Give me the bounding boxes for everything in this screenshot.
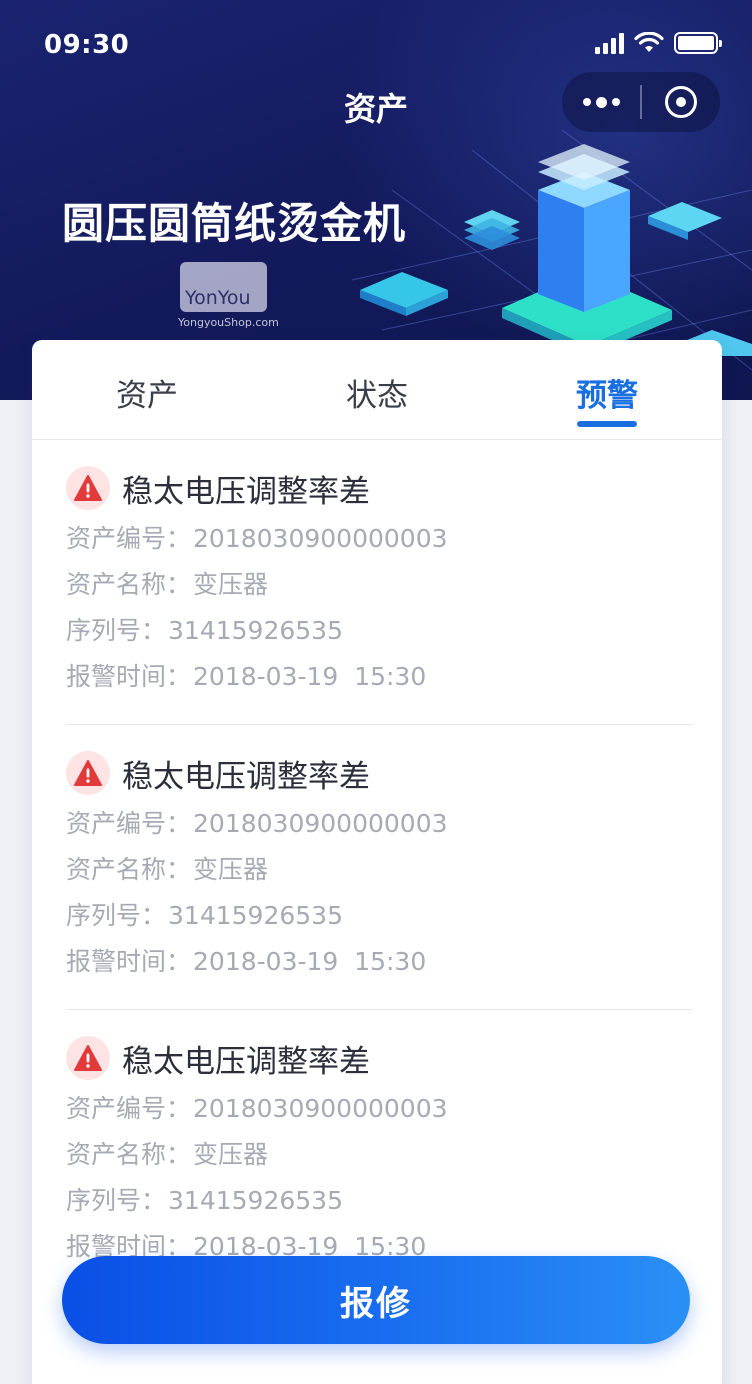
asset-number-label: 资产编号： [66,524,192,553]
asset-card: 资产 状态 预警 稳太电压调整率差 资产编号：2018030900000003 … [32,340,722,1384]
tab-warning[interactable]: 预警 [492,340,722,439]
alert-header: 稳太电压调整率差 [66,466,692,510]
mini-program-capsule [562,72,720,132]
alert-title: 稳太电压调整率差 [122,758,370,795]
serial-label: 序列号： [66,901,167,930]
asset-name-row: 资产名称：变压器 [66,847,692,893]
alert-header: 稳太电压调整率差 [66,751,692,795]
asset-number-value: 2018030900000003 [193,1094,448,1123]
alert-item[interactable]: 稳太电压调整率差 资产编号：2018030900000003 资产名称：变压器 … [66,725,692,1010]
asset-name-label: 资产名称： [66,1140,192,1169]
serial-row: 序列号：31415926535 [66,893,692,939]
alarm-time-label: 报警时间： [66,662,192,691]
asset-name-label: 资产名称： [66,570,192,599]
asset-name-value: 变压器 [193,855,269,884]
asset-name-value: 变压器 [193,1140,269,1169]
close-mini-program-icon[interactable] [642,72,720,132]
alert-title: 稳太电压调整率差 [122,473,370,510]
status-icons [595,32,722,54]
asset-name-value: 变压器 [193,570,269,599]
asset-page: 09:30 资产 圆压圆筒纸烫金机 YonYou YongyouShop.com [0,0,752,1384]
signal-icon [595,32,624,54]
serial-label: 序列号： [66,616,167,645]
alert-item[interactable]: 稳太电压调整率差 资产编号：2018030900000003 资产名称：变压器 … [66,1010,692,1295]
more-icon[interactable] [562,72,640,132]
asset-name-row: 资产名称：变压器 [66,1132,692,1178]
logo-caption: YongyouShop.com [178,316,279,329]
tab-status[interactable]: 状态 [262,340,492,439]
alert-title: 稳太电压调整率差 [122,1043,370,1080]
serial-value: 31415926535 [168,1186,343,1215]
asset-number-label: 资产编号： [66,809,192,838]
tab-asset[interactable]: 资产 [32,340,262,439]
status-time: 09:30 [44,30,130,60]
tab-warning-label: 预警 [576,378,638,414]
asset-number-label: 资产编号： [66,1094,192,1123]
alarm-time-row: 报警时间：2018-03-19 15:30 [66,654,692,700]
alert-list: 稳太电压调整率差 资产编号：2018030900000003 资产名称：变压器 … [32,440,722,1295]
active-tab-indicator [577,421,637,427]
serial-label: 序列号： [66,1186,167,1215]
asset-number-row: 资产编号：2018030900000003 [66,801,692,847]
tab-asset-label: 资产 [116,378,178,414]
alarm-time-value: 2018-03-19 15:30 [193,947,427,976]
serial-value: 31415926535 [168,901,343,930]
asset-name-label: 资产名称： [66,855,192,884]
warning-icon [66,751,110,795]
warning-icon [66,466,110,510]
wifi-icon [634,32,664,52]
serial-value: 31415926535 [168,616,343,645]
alert-item[interactable]: 稳太电压调整率差 资产编号：2018030900000003 资产名称：变压器 … [66,440,692,725]
asset-number-value: 2018030900000003 [193,809,448,838]
alert-header: 稳太电压调整率差 [66,1036,692,1080]
tab-status-label: 状态 [346,378,408,414]
alarm-time-row: 报警时间：2018-03-19 15:30 [66,939,692,985]
alarm-time-value: 2018-03-19 15:30 [193,662,427,691]
yonyou-logo: YonYou [180,262,267,312]
alarm-time-label: 报警时间： [66,947,192,976]
warning-icon [66,1036,110,1080]
tab-bar: 资产 状态 预警 [32,340,722,440]
asset-number-value: 2018030900000003 [193,524,448,553]
repair-button[interactable]: 报修 [62,1256,690,1344]
asset-number-row: 资产编号：2018030900000003 [66,516,692,562]
asset-name-row: 资产名称：变压器 [66,562,692,608]
asset-number-row: 资产编号：2018030900000003 [66,1086,692,1132]
serial-row: 序列号：31415926535 [66,1178,692,1224]
serial-row: 序列号：31415926535 [66,608,692,654]
battery-icon [674,32,722,54]
